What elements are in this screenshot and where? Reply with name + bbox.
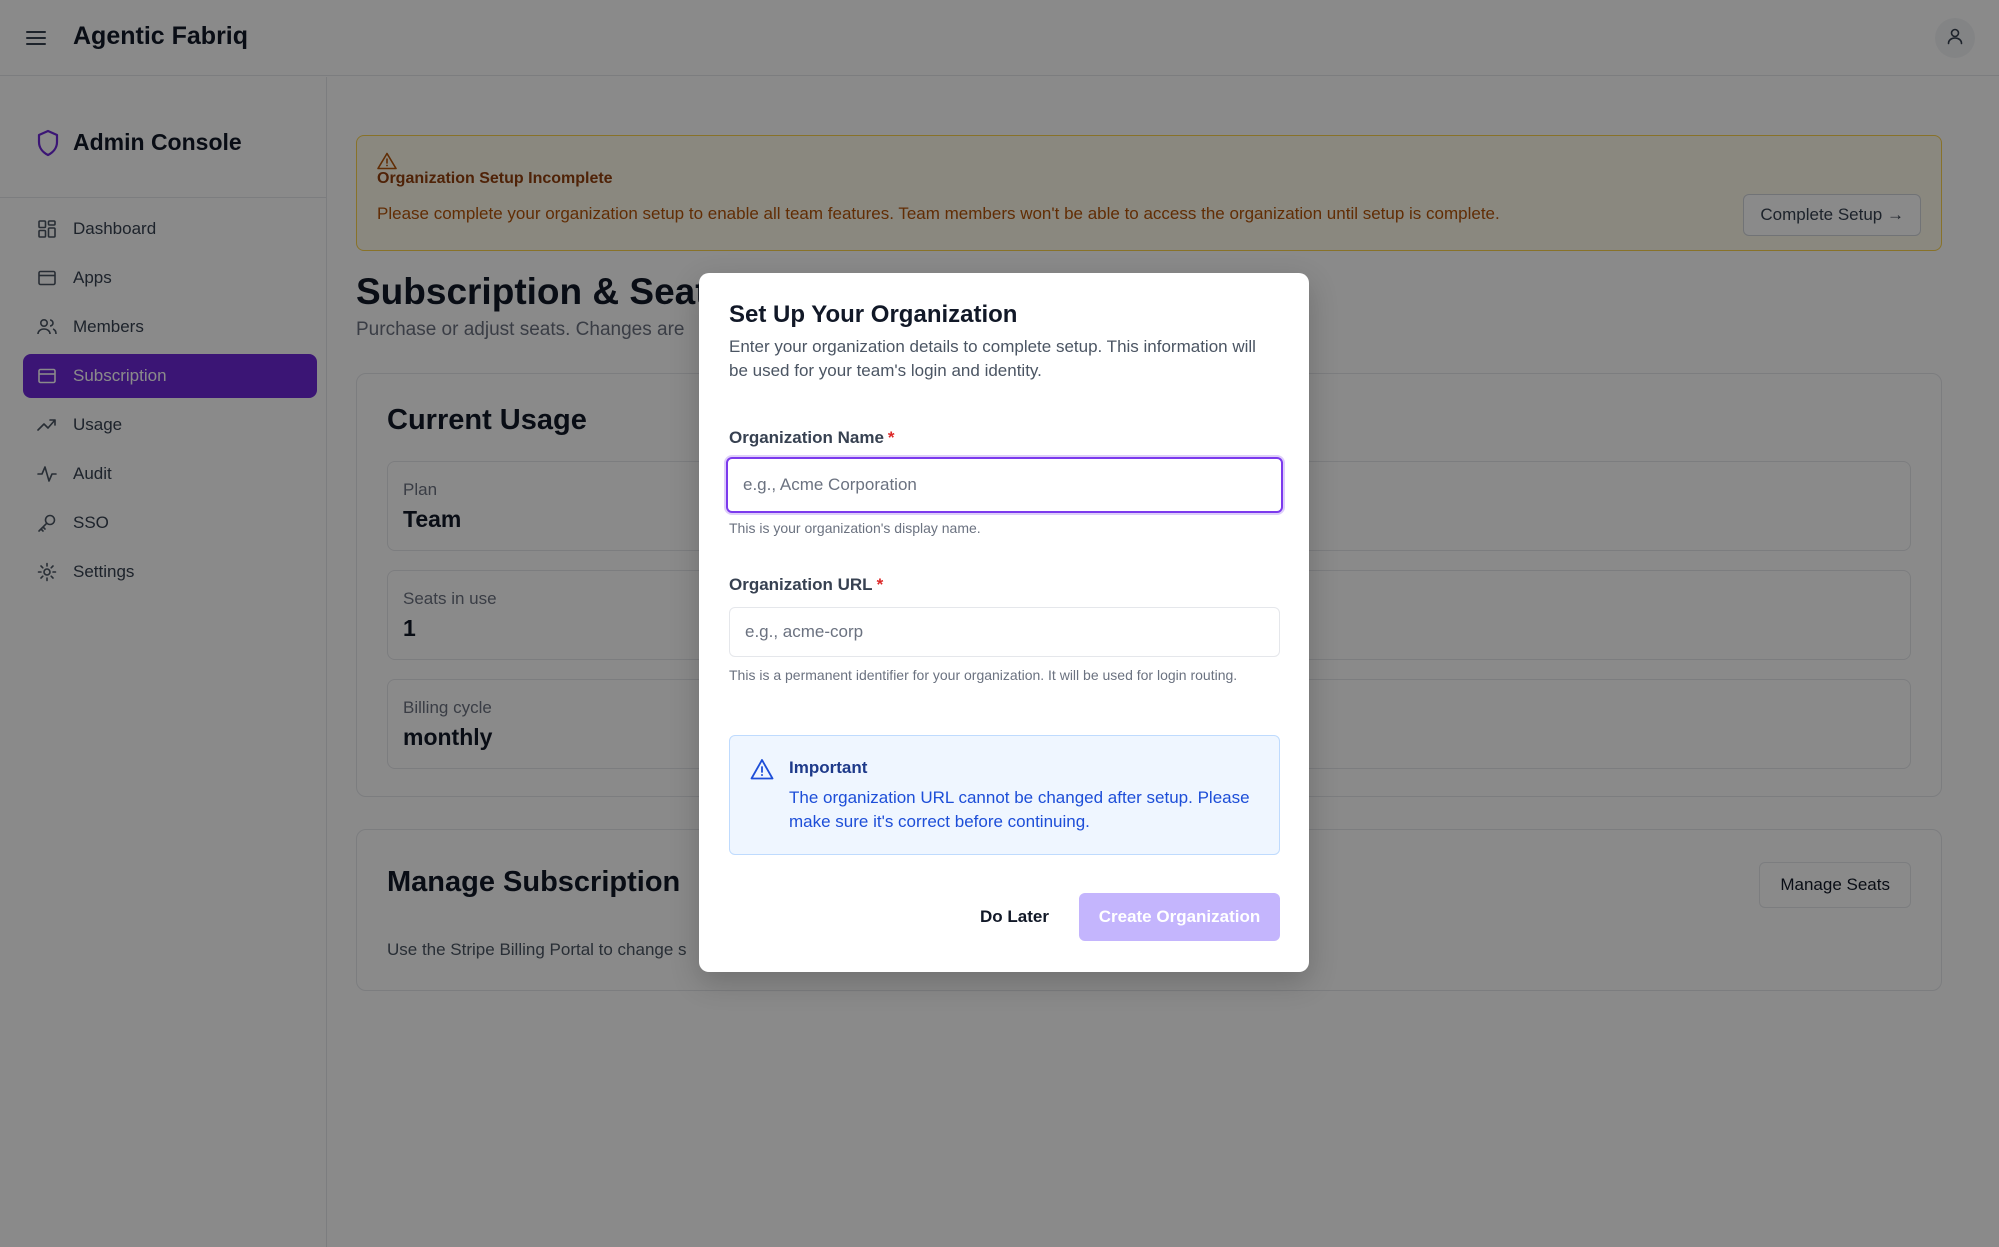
alert-title: Important bbox=[789, 758, 868, 777]
warning-icon bbox=[750, 758, 774, 785]
required-marker: * bbox=[876, 575, 884, 594]
org-name-help: This is your organization's display name… bbox=[729, 520, 981, 536]
org-name-label: Organization Name * bbox=[729, 428, 895, 448]
required-marker: * bbox=[887, 428, 895, 447]
dialog-description: Enter your organization details to compl… bbox=[729, 337, 1256, 380]
org-name-label-text: Organization Name bbox=[729, 428, 884, 447]
dialog-title: Set Up Your Organization bbox=[729, 301, 1018, 328]
org-url-input[interactable] bbox=[729, 607, 1280, 657]
create-organization-button[interactable]: Create Organization bbox=[1079, 893, 1280, 941]
setup-organization-dialog: Set Up Your Organization Enter your orga… bbox=[699, 273, 1309, 972]
org-url-help: This is a permanent identifier for your … bbox=[729, 667, 1238, 683]
org-url-label: Organization URL * bbox=[729, 575, 883, 595]
do-later-button[interactable]: Do Later bbox=[962, 893, 1067, 941]
org-name-input[interactable] bbox=[726, 457, 1283, 513]
important-alert: Important The organization URL cannot be… bbox=[729, 735, 1280, 855]
alert-text: The organization URL cannot be changed a… bbox=[789, 788, 1250, 831]
org-url-label-text: Organization URL bbox=[729, 575, 873, 594]
